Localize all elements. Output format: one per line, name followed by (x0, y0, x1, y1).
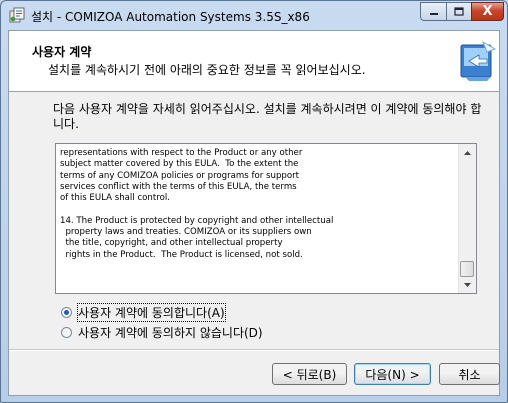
eula-text-box[interactable]: representations with respect to the Prod… (55, 143, 477, 294)
instructions-text: 다음 사용자 계약을 자세히 읽어주십시오. 설치를 계속하시려면 이 계약에 … (53, 102, 482, 131)
installer-window: 설치 - COMIZOA Automation Systems 3.5S_x86… (0, 0, 508, 403)
back-button[interactable]: < 뒤로(B) (272, 363, 347, 385)
decline-option[interactable]: 사용자 계약에 동의하지 않습니다(D) (61, 324, 263, 341)
scroll-up-button[interactable] (459, 144, 476, 161)
next-button[interactable]: 다음(N) > (354, 363, 431, 385)
setup-wizard-icon (460, 40, 497, 81)
eula-text: representations with respect to the Prod… (60, 148, 334, 260)
arrow-up-icon (464, 150, 471, 155)
installer-app-icon (9, 7, 25, 23)
footer-separator (9, 349, 499, 351)
window-title: 설치 - COMIZOA Automation Systems 3.5S_x86 (31, 10, 310, 24)
accept-label[interactable]: 사용자 계약에 동의합니다(A) (77, 303, 226, 322)
page-title: 사용자 계약 (32, 45, 92, 59)
minimize-button[interactable] (420, 2, 447, 21)
accept-option[interactable]: 사용자 계약에 동의합니다(A) (61, 303, 226, 322)
scrollbar-thumb[interactable] (460, 261, 474, 277)
maximize-icon (454, 7, 464, 16)
decline-label[interactable]: 사용자 계약에 동의하지 않습니다(D) (78, 324, 263, 341)
wizard-header: 사용자 계약 설치를 계속하시기 전에 아래의 중요한 정보를 꼭 읽어보십시오… (9, 31, 499, 92)
arrow-down-icon (464, 282, 471, 287)
accept-radio[interactable] (61, 307, 72, 318)
maximize-button[interactable] (446, 2, 472, 21)
scroll-down-button[interactable] (459, 276, 476, 293)
wizard-client-area: 사용자 계약 설치를 계속하시기 전에 아래의 중요한 정보를 꼭 읽어보십시오… (8, 30, 500, 396)
title-bar[interactable]: 설치 - COMIZOA Automation Systems 3.5S_x86… (1, 1, 507, 29)
decline-radio[interactable] (61, 327, 72, 338)
cancel-button[interactable]: 취소 (439, 363, 500, 385)
minimize-icon (429, 12, 438, 15)
eula-scrollbar[interactable] (458, 144, 476, 293)
close-button[interactable]: X (471, 2, 504, 21)
close-icon: X (482, 4, 493, 19)
page-subtitle: 설치를 계속하시기 전에 아래의 중요한 정보를 꼭 읽어보십시오. (48, 63, 366, 77)
